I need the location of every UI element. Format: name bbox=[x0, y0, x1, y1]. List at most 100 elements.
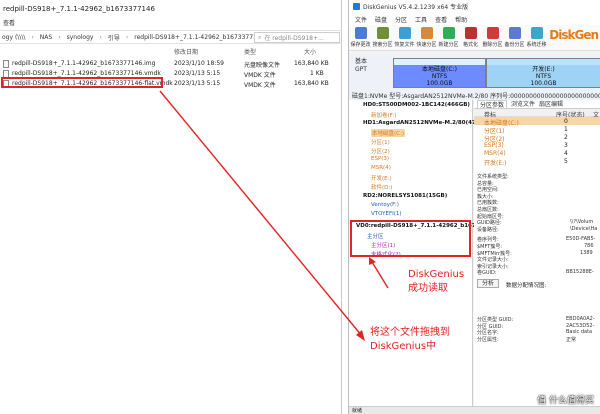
partition-block-e[interactable]: 开发(E:) NTFS 100.0GB bbox=[486, 58, 600, 88]
partition-fs: NTFS bbox=[431, 73, 448, 80]
menu-item-help[interactable]: 帮助 bbox=[455, 15, 467, 24]
file-size: 163,840 KB bbox=[294, 60, 329, 67]
field-value: 786 bbox=[584, 242, 594, 249]
tree-node-partition[interactable]: MSR(4) bbox=[371, 165, 391, 171]
partition-list-row[interactable]: 本地磁盘(C:) 0 bbox=[474, 117, 600, 127]
disk-type-basic: 基本 bbox=[354, 58, 367, 65]
save-icon bbox=[354, 27, 367, 39]
new-partition-button[interactable]: 新建分区 bbox=[438, 25, 459, 50]
status-bar: 就绪 bbox=[349, 406, 600, 414]
column-header-type[interactable]: 类型 bbox=[244, 47, 256, 56]
file-explorer-window: redpill-DS918+_7.1.1-42962_b1673377146 查… bbox=[0, 0, 342, 414]
partition-fs: NTFS bbox=[535, 73, 552, 80]
partition-list-row[interactable]: 分区(2) 2 bbox=[474, 133, 600, 143]
field-value: 2AC53D52- bbox=[566, 322, 595, 329]
column-header-date[interactable]: 修改日期 bbox=[174, 47, 198, 56]
breadcrumb-separator-icon: › bbox=[31, 33, 34, 41]
tab-browse-files[interactable]: 浏览文件 bbox=[511, 100, 535, 108]
disk-info-line: 磁盘1:NVMe 型号:AsgardAN2512NVMe-M.2/80 序列号:… bbox=[349, 91, 600, 100]
search-partition-icon bbox=[376, 27, 389, 39]
recover-files-button[interactable]: 恢复文件 bbox=[394, 25, 415, 50]
menu-item-tools[interactable]: 工具 bbox=[415, 15, 427, 24]
migrate-icon bbox=[530, 27, 543, 39]
delete-partition-button[interactable]: 删除分区 bbox=[482, 25, 503, 50]
explorer-title: redpill-DS918+_7.1.1-42962_b1673377146 bbox=[3, 5, 155, 13]
quick-partition-button[interactable]: 快速分区 bbox=[416, 25, 437, 50]
details-tabs: 分区参数 浏览文件 扇区编辑 bbox=[474, 100, 600, 109]
tree-node-partition[interactable]: 分区(1) bbox=[371, 138, 390, 146]
analyze-row: 分析 数据分配情况图: bbox=[474, 276, 600, 290]
menu-item-partition[interactable]: 分区 bbox=[395, 15, 407, 24]
file-name: redpill-DS918+_7.1.1-42962_b1673377146.v… bbox=[12, 70, 161, 77]
breadcrumb-item[interactable]: synology bbox=[67, 34, 94, 41]
tab-partition-params[interactable]: 分区参数 bbox=[477, 100, 508, 109]
search-icon: ⌕ bbox=[258, 33, 262, 41]
format-button[interactable]: 格式化 bbox=[460, 25, 481, 50]
partition-name: 本地磁盘(C:) bbox=[422, 66, 457, 73]
watermark: 值 什么值得买 bbox=[537, 396, 594, 406]
field-label: 设备路径: bbox=[477, 226, 499, 233]
ribbon-tab-view[interactable]: 查看 bbox=[0, 18, 341, 28]
file-type: VMDK 文件 bbox=[244, 82, 276, 89]
backup-partition-button[interactable]: 备份分区 bbox=[504, 25, 525, 50]
diskgenius-logo-icon bbox=[353, 3, 360, 10]
tree-node-partition[interactable]: VTOYEFI(1) bbox=[371, 211, 402, 217]
backup-icon bbox=[508, 27, 521, 39]
breadcrumb-separator-icon: › bbox=[58, 33, 61, 41]
quick-partition-icon bbox=[420, 27, 433, 39]
tree-node-disk[interactable]: HD0:ST500DM002-1BC142(466GB) bbox=[363, 102, 470, 108]
disk-type-label: 基本 GPT bbox=[352, 58, 370, 74]
field-value: \\?\Volum bbox=[570, 219, 594, 226]
search-input[interactable]: ⌕ 在 redpill-DS918+... bbox=[254, 32, 340, 43]
file-size: 163,840 KB bbox=[294, 80, 329, 87]
file-list-header: 修改日期 类型 大小 bbox=[0, 46, 342, 56]
menu-item-view[interactable]: 查看 bbox=[435, 15, 447, 24]
search-partition-button[interactable]: 搜索分区 bbox=[372, 25, 393, 50]
field-value: EBD0A0A2- bbox=[566, 315, 595, 322]
system-migrate-button[interactable]: 系统迁移 bbox=[526, 25, 547, 50]
file-size: 1 KB bbox=[310, 70, 324, 77]
tree-node-partition[interactable]: ESP(3) bbox=[371, 156, 389, 162]
field-label: 分区属性: bbox=[477, 336, 499, 343]
tree-node-partition[interactable]: 开发(E:) bbox=[371, 174, 392, 182]
partition-size: 100.0GB bbox=[530, 80, 557, 87]
partition-list-row[interactable]: 开发(E:) 5 bbox=[474, 157, 600, 167]
tree-node-disk[interactable]: RD2:NORELSYS1081(15GB) bbox=[363, 193, 447, 199]
breadcrumb-separator-icon: › bbox=[125, 33, 129, 41]
breadcrumb-item[interactable]: redpill-DS918+_7.1.1-42962_b1673377146 bbox=[134, 34, 264, 41]
address-bar[interactable]: ogy (\\\\ › NAS › synology › 引导 › redpil… bbox=[0, 30, 342, 44]
save-changes-button[interactable]: 保存更改 bbox=[350, 25, 371, 50]
highlight-box-flat-vmdk bbox=[1, 77, 163, 88]
menu-item-disk[interactable]: 磁盘 bbox=[375, 15, 387, 24]
menu-item-file[interactable]: 文件 bbox=[355, 15, 367, 24]
annotation-drag-hint: 将这个文件拖拽到 DiskGenius中 bbox=[370, 327, 450, 352]
tree-node-partition[interactable]: 本地磁盘(C:) bbox=[371, 129, 405, 137]
recover-icon bbox=[398, 27, 411, 39]
field-value: E50D-FAB5- bbox=[566, 236, 596, 243]
tree-node-partition[interactable]: 软件(D:) bbox=[371, 183, 392, 191]
tab-sector-edit[interactable]: 扇区编辑 bbox=[539, 100, 563, 108]
file-row[interactable]: redpill-DS918+_7.1.1-42962_b1673377146.i… bbox=[0, 60, 342, 69]
tree-node-partition[interactable]: 新加卷(F:) bbox=[371, 111, 396, 119]
breadcrumb-item[interactable]: NAS bbox=[40, 34, 52, 41]
column-header-size[interactable]: 大小 bbox=[304, 47, 316, 56]
file-icon bbox=[3, 60, 9, 68]
tree-node-partition[interactable]: Ventoy(F:) bbox=[371, 202, 399, 208]
file-type: VMDK 文件 bbox=[244, 72, 276, 79]
partition-list-row[interactable]: ESP(3) 3 bbox=[474, 141, 600, 149]
file-date: 2023/1/13 5:15 bbox=[174, 80, 221, 87]
partition-list-row[interactable]: 分区(1) 1 bbox=[474, 125, 600, 135]
fs-type-row: 文件系统类型: bbox=[477, 174, 509, 180]
tree-node-disk[interactable]: HD1:AsgardAN2512NVMe-M.2/80(477GB) bbox=[363, 120, 491, 126]
field-value: 正常 bbox=[566, 336, 577, 343]
diskgenius-title: DiskGenius V5.4.2.1239 x64 专业版 bbox=[363, 4, 469, 11]
field-value: \Device\Ha bbox=[570, 225, 598, 232]
tree-node-partition[interactable]: 分区(2) bbox=[371, 147, 390, 155]
partition-list-header: 卷标 序号(状态) 文 bbox=[474, 109, 600, 119]
partition-block-c[interactable]: 本地磁盘(C:) NTFS 100.0GB bbox=[393, 58, 486, 88]
analyze-button[interactable]: 分析 bbox=[477, 278, 499, 288]
breadcrumb-item[interactable]: ogy (\\\\ bbox=[2, 34, 25, 41]
field-value: BB15288E- bbox=[566, 269, 594, 276]
breadcrumb-item[interactable]: 引导 bbox=[108, 33, 120, 42]
partition-list-row[interactable]: MSR(4) 4 bbox=[474, 149, 600, 157]
